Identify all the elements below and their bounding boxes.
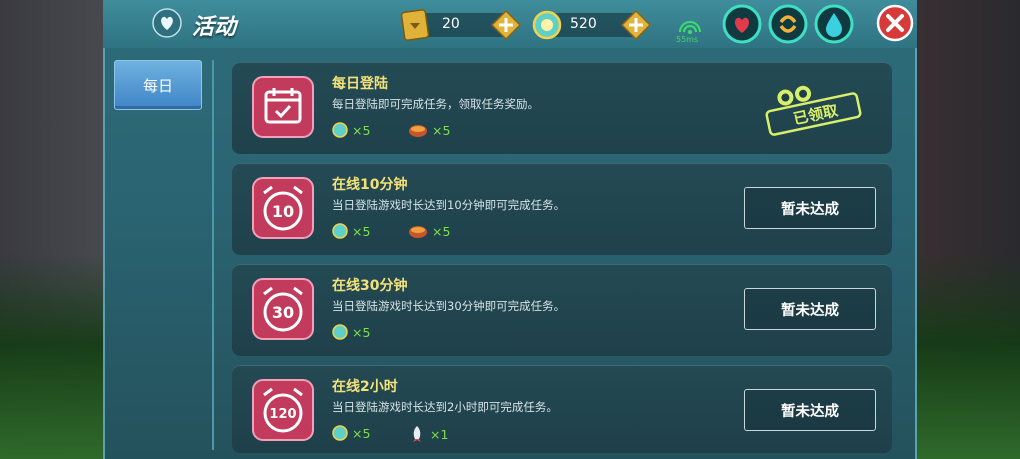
task-description: 每日登陆即可完成任务，领取任务奖励。 [332,97,539,111]
reward-amount: ×1 [430,426,449,442]
task-description: 当日登陆游戏时长达到10分钟即可完成任务。 [332,198,566,212]
page-title: 活动 [192,15,237,40]
task-description: 当日登陆游戏时长达到30分钟即可完成任务。 [332,299,566,313]
reward-amount: ×5 [352,425,371,441]
task-title: 在线30分钟 [332,278,408,294]
reward-coin: ×5 [332,223,370,239]
reward-coin: ×5 [332,122,370,138]
coin-icon [332,122,348,138]
claimed-stamp: 已领取 [758,76,868,138]
reward-coin: ×5 [332,324,370,340]
task-title: 每日登陆 [332,76,388,92]
signal-icon [678,18,702,34]
reward-amount: ×5 [352,324,371,340]
task-card-online-30: 30 在线30分钟 当日登陆游戏时长达到30分钟即可完成任务。 ×5 暂未达成 [232,264,892,356]
task-description: 当日登陆游戏时长达到2小时即可完成任务。 [332,400,558,414]
reward-food: ×5 [408,122,450,138]
coin-icon [532,10,562,40]
add-coin-button[interactable] [621,10,651,40]
clock-label: 120 [269,407,296,422]
calendar-icon [250,74,316,140]
reward-amount: ×5 [432,122,451,138]
ticket-count: 20 [442,16,460,32]
add-ticket-button[interactable] [491,10,521,40]
heart-balloon-icon [152,8,182,38]
reward-amount: ×5 [432,223,451,239]
alarm-clock-icon: 120 [250,377,316,443]
reward-amount: ×5 [352,122,371,138]
not-achieved-button[interactable]: 暂未达成 [744,187,876,229]
reward-coin: ×5 [332,425,370,441]
close-button[interactable] [876,4,914,42]
task-title: 在线2小时 [332,379,398,395]
reward-rocket: ×1 [408,425,448,443]
task-card-online-10: 10 在线10分钟 当日登陆游戏时长达到10分钟即可完成任务。 ×5 ×5 暂未… [232,163,892,255]
ping-value: 55ms [676,35,699,44]
clock-label: 30 [272,303,294,322]
sidebar-item-label: 每日 [142,76,173,95]
reward-food: ×5 [408,223,450,239]
food-icon [409,125,427,137]
reward-amount: ×5 [352,223,371,239]
rocket-icon [413,426,421,442]
sidebar-divider [212,60,214,450]
task-title: 在线10分钟 [332,177,408,193]
sidebar-item-daily[interactable]: 每日 [114,60,202,110]
task-card-daily-login: 每日登陆 每日登陆即可完成任务，领取任务奖励。 ×5 ×5 已领取 [232,62,892,154]
not-achieved-button[interactable]: 暂未达成 [744,389,876,431]
task-card-online-2h: 120 在线2小时 当日登陆游戏时长达到2小时即可完成任务。 ×5 ×1 暂未达… [232,365,892,453]
stamina-status-icon[interactable] [768,4,808,44]
food-icon [409,226,427,238]
clock-label: 10 [272,202,294,221]
coin-count: 520 [570,16,597,32]
coin-icon [332,425,348,441]
water-status-icon[interactable] [814,4,854,44]
coin-icon [332,324,348,340]
alarm-clock-icon: 10 [250,175,316,241]
not-achieved-button[interactable]: 暂未达成 [744,288,876,330]
ticket-icon [400,9,430,41]
health-status-icon[interactable] [722,4,762,44]
alarm-clock-icon: 30 [250,276,316,342]
coin-icon [332,223,348,239]
